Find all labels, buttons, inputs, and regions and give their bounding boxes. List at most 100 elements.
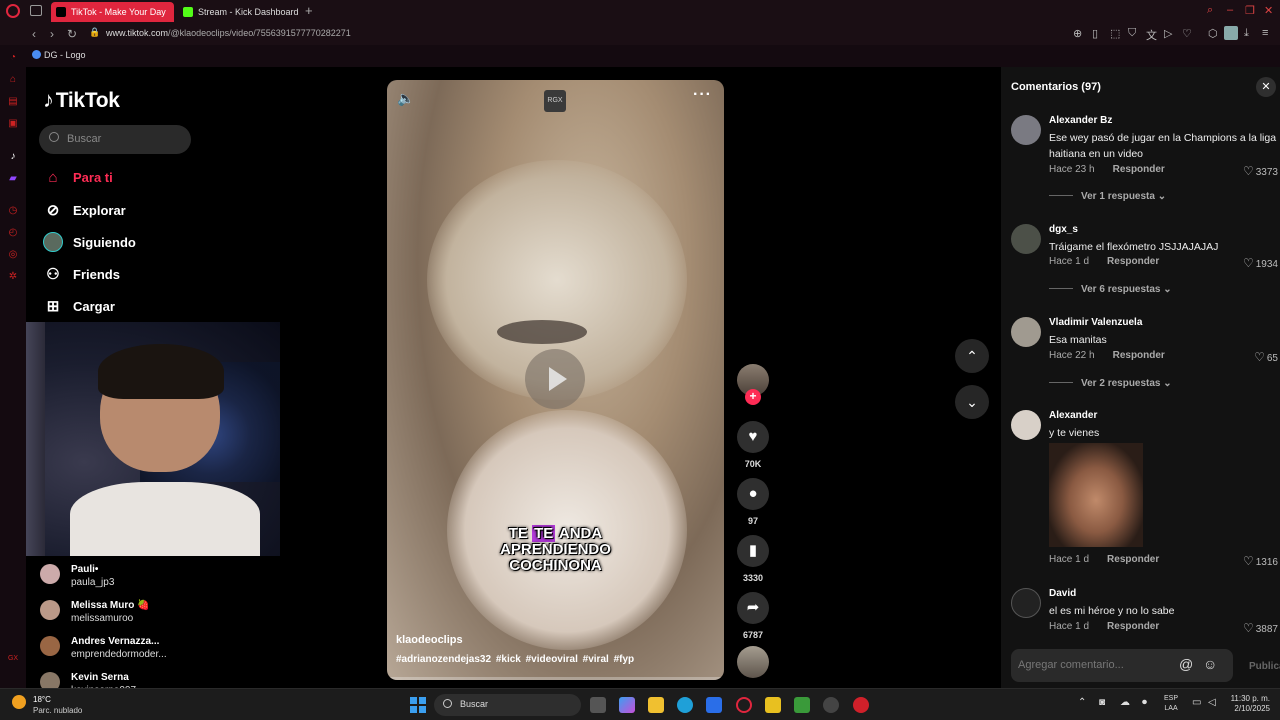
task-view-icon[interactable] bbox=[590, 697, 606, 713]
translate-icon[interactable]: 文 bbox=[1146, 27, 1157, 43]
previous-video-button[interactable]: ⌃ bbox=[955, 339, 989, 373]
view-replies[interactable]: Ver 6 respuestas ⌄ bbox=[1049, 284, 1172, 295]
sidebar-bubble-icon[interactable]: ◎ bbox=[7, 249, 19, 261]
nav-cargar[interactable]: ⊞ Cargar bbox=[43, 294, 115, 318]
bookmark-dg-logo[interactable]: DG - Logo bbox=[32, 50, 86, 60]
mention-icon[interactable]: @ bbox=[1179, 656, 1193, 672]
heart-icon[interactable]: ♡ bbox=[1182, 27, 1192, 40]
menu-icon[interactable]: ≡ bbox=[1262, 27, 1268, 39]
sidebar-chat-icon[interactable]: ▤ bbox=[7, 96, 19, 108]
sidebar-speed-icon[interactable]: ◔ bbox=[7, 52, 19, 64]
shield-icon[interactable]: ⛉ bbox=[1128, 27, 1136, 40]
reply-button[interactable]: Responder bbox=[1113, 350, 1165, 361]
search-input[interactable]: Buscar bbox=[39, 125, 191, 154]
comment-like[interactable]: ♡ 1316 bbox=[1243, 554, 1278, 568]
back-icon[interactable]: ‹ bbox=[32, 27, 36, 41]
tiktok-logo[interactable]: ♪TikTok bbox=[43, 87, 120, 113]
snapshot-icon[interactable]: ⬚ bbox=[1110, 27, 1120, 40]
nav-friends[interactable]: ⚇ Friends bbox=[43, 262, 120, 286]
store-icon[interactable] bbox=[706, 697, 722, 713]
start-button[interactable] bbox=[410, 697, 426, 713]
following-item[interactable]: Melissa Muro 🍓 melissamuroo bbox=[40, 598, 240, 634]
profile-avatar[interactable] bbox=[1224, 26, 1238, 40]
sidebar-history-icon[interactable]: ◷ bbox=[7, 205, 19, 217]
opera-logo-icon[interactable] bbox=[6, 4, 20, 18]
tray-volume-icon[interactable]: ◁ bbox=[1208, 697, 1216, 708]
view-replies[interactable]: Ver 1 respuesta ⌄ bbox=[1049, 191, 1166, 202]
comment-image[interactable] bbox=[1049, 443, 1143, 547]
close-window-icon[interactable]: ✕ bbox=[1264, 4, 1273, 17]
following-item[interactable]: Andres Vernazza... emprendedormoder... bbox=[40, 634, 240, 670]
search-tabs-icon[interactable]: ⌕ bbox=[1207, 4, 1213, 17]
video-player[interactable]: 🔈 RGX ··· TE TE ANDA APRENDIENDO COCHINO… bbox=[387, 80, 724, 680]
system-clock[interactable]: 11:30 p. m. 2/10/2025 bbox=[1224, 694, 1270, 714]
close-comments-button[interactable]: ✕ bbox=[1256, 77, 1276, 97]
comment-input[interactable]: Agregar comentario... @ ☺ bbox=[1011, 649, 1233, 682]
settings-icon[interactable] bbox=[823, 697, 839, 713]
sidebar-clock-icon[interactable]: ◴ bbox=[7, 227, 19, 239]
reply-button[interactable]: Responder bbox=[1107, 256, 1159, 267]
comment-button[interactable]: ● 97 bbox=[737, 478, 769, 526]
bookmark-icon[interactable]: ▯ bbox=[1092, 27, 1098, 40]
following-item[interactable]: Kevin Serna kevinserna007 bbox=[40, 670, 240, 688]
maximize-icon[interactable]: ❐ bbox=[1245, 4, 1255, 17]
sidebar-mail-icon[interactable]: ▣ bbox=[7, 118, 19, 130]
minimize-icon[interactable]: – bbox=[1227, 4, 1233, 16]
extensions-icon[interactable]: ⬡ bbox=[1208, 27, 1218, 40]
reply-button[interactable]: Responder bbox=[1107, 554, 1159, 565]
avatar[interactable] bbox=[1011, 410, 1041, 440]
video-progress-bar[interactable] bbox=[387, 677, 724, 680]
comment-like[interactable]: ♡ 1934 bbox=[1243, 256, 1278, 270]
game-icon[interactable] bbox=[794, 697, 810, 713]
emoji-icon[interactable]: ☺ bbox=[1203, 656, 1217, 672]
reply-button[interactable]: Responder bbox=[1113, 164, 1165, 175]
tab-tiktok[interactable]: TikTok - Make Your Day bbox=[51, 2, 174, 22]
zoom-icon[interactable]: ⊕ bbox=[1073, 27, 1082, 40]
publish-button[interactable]: Publicar bbox=[1249, 661, 1280, 672]
play-button[interactable] bbox=[525, 349, 585, 409]
sidebar-twitch-icon[interactable]: ▰ bbox=[7, 173, 19, 185]
video-hashtags[interactable]: #adrianozendejas32 #kick #videoviral #vi… bbox=[396, 654, 634, 665]
comment-like[interactable]: ♡ 3887 bbox=[1243, 621, 1278, 635]
play-icon[interactable]: ▷ bbox=[1164, 27, 1172, 40]
avatar[interactable] bbox=[1011, 115, 1041, 145]
notes-icon[interactable] bbox=[765, 697, 781, 713]
file-explorer-icon[interactable] bbox=[648, 697, 664, 713]
tray-battery-icon[interactable]: ◙ bbox=[1099, 697, 1105, 708]
nav-siguiendo[interactable]: Siguiendo bbox=[43, 230, 136, 254]
reply-button[interactable]: Responder bbox=[1107, 621, 1159, 632]
taskbar-search[interactable]: Buscar bbox=[434, 694, 581, 716]
workspaces-icon[interactable] bbox=[30, 5, 42, 16]
url-field[interactable]: www.tiktok.com/@klaodeoclips/video/75563… bbox=[106, 28, 351, 38]
app-icon[interactable] bbox=[853, 697, 869, 713]
share-button[interactable]: ➦ 6787 bbox=[737, 592, 769, 640]
like-button[interactable]: ♥ 70K bbox=[737, 421, 769, 469]
sound-avatar[interactable] bbox=[737, 646, 769, 678]
sidebar-tiktok-icon[interactable]: ♪ bbox=[7, 151, 19, 163]
sidebar-gx-icon[interactable]: GX bbox=[7, 653, 19, 665]
save-button[interactable]: ▮ 3330 bbox=[737, 535, 769, 583]
view-replies[interactable]: Ver 2 respuestas ⌄ bbox=[1049, 378, 1172, 389]
download-icon[interactable]: ⤓ bbox=[1244, 27, 1249, 40]
comment-like[interactable]: ♡ 65 bbox=[1254, 350, 1278, 364]
volume-icon[interactable]: 🔈 bbox=[397, 90, 414, 107]
video-author[interactable]: klaodeoclips bbox=[396, 634, 463, 646]
tray-cloud-icon[interactable]: ☁ bbox=[1120, 697, 1130, 708]
next-video-button[interactable]: ⌄ bbox=[955, 385, 989, 419]
new-tab-plus-icon[interactable]: + bbox=[305, 3, 313, 18]
avatar[interactable] bbox=[1011, 224, 1041, 254]
more-options-icon[interactable]: ··· bbox=[693, 86, 712, 104]
avatar[interactable] bbox=[1011, 588, 1041, 618]
tray-chevron-icon[interactable]: ⌃ bbox=[1078, 697, 1086, 708]
tab-kick-dashboard[interactable]: Stream - Kick Dashboard bbox=[178, 2, 303, 22]
tray-network-icon[interactable]: ▭ bbox=[1192, 697, 1201, 708]
following-item[interactable]: Pauli• paula_jp3 bbox=[40, 562, 240, 598]
language-indicator[interactable]: ESP LAA bbox=[1164, 694, 1178, 714]
edge-icon[interactable] bbox=[677, 697, 693, 713]
copilot-icon[interactable] bbox=[619, 697, 635, 713]
follow-plus-icon[interactable]: + bbox=[745, 389, 761, 405]
nav-para-ti[interactable]: ⌂ Para ti bbox=[43, 165, 112, 189]
sidebar-settings-icon[interactable]: ✲ bbox=[7, 271, 19, 283]
avatar[interactable] bbox=[1011, 317, 1041, 347]
comment-like[interactable]: ♡ 3373 bbox=[1243, 164, 1278, 178]
